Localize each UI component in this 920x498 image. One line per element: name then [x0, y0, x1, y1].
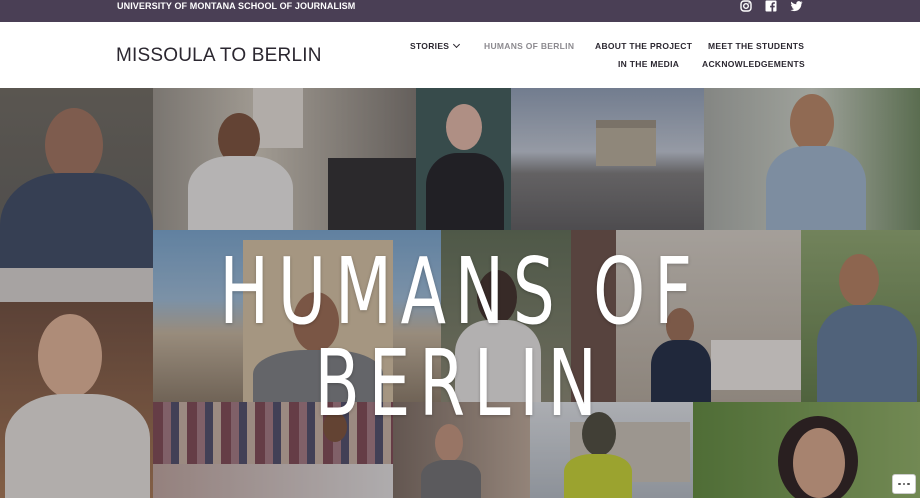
- site-header: MISSOULA TO BERLIN STORIES HUMANS OF BER…: [0, 22, 920, 88]
- chevron-down-icon: [453, 40, 461, 49]
- nav-humans-of-berlin[interactable]: HUMANS OF BERLIN: [484, 41, 574, 51]
- dot-icon: [898, 482, 901, 486]
- twitter-icon[interactable]: [790, 0, 803, 12]
- dot-icon: [907, 482, 910, 486]
- nav-stories[interactable]: STORIES: [410, 40, 461, 51]
- site-title[interactable]: MISSOULA TO BERLIN: [116, 45, 322, 67]
- hero-banner: HUMANS OF BERLIN: [0, 88, 920, 498]
- nav-about-the-project[interactable]: ABOUT THE PROJECT: [595, 41, 692, 51]
- nav-in-the-media[interactable]: IN THE MEDIA: [618, 59, 679, 69]
- nav-acknowledgements[interactable]: ACKNOWLEDGEMENTS: [702, 59, 805, 69]
- top-bar: UNIVERSITY OF MONTANA SCHOOL OF JOURNALI…: [0, 0, 920, 22]
- hero-title: HUMANS OF BERLIN: [219, 238, 701, 437]
- dot-icon: [902, 482, 906, 486]
- school-name[interactable]: UNIVERSITY OF MONTANA SCHOOL OF JOURNALI…: [117, 1, 355, 11]
- social-links: [740, 0, 803, 12]
- nav-stories-label: STORIES: [410, 41, 450, 51]
- facebook-icon[interactable]: [765, 0, 777, 12]
- nav-meet-the-students[interactable]: MEET THE STUDENTS: [708, 41, 804, 51]
- instagram-icon[interactable]: [740, 0, 752, 12]
- more-options-button[interactable]: [892, 474, 916, 494]
